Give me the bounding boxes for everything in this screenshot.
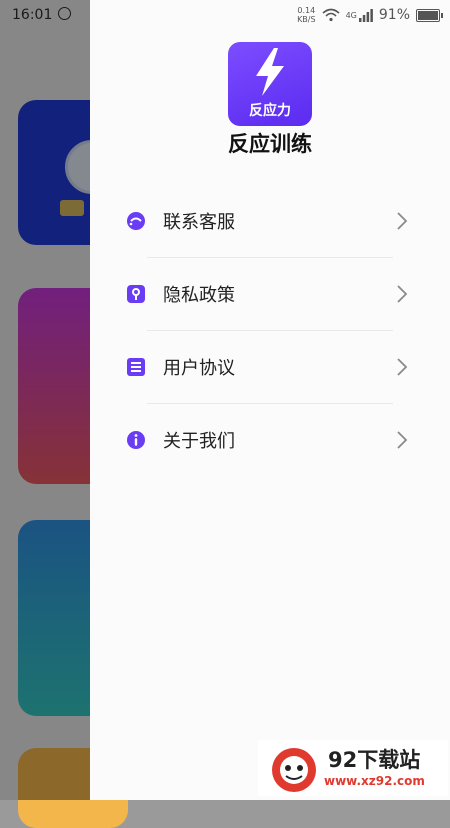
watermark-url: www.xz92.com <box>324 774 425 788</box>
network-speed-value: 0.14 <box>297 6 316 15</box>
menu-item-privacy-policy[interactable]: 隐私政策 <box>90 258 450 331</box>
battery-icon <box>416 8 443 22</box>
menu-item-user-agreement[interactable]: 用户协议 <box>90 331 450 404</box>
lock-icon <box>127 285 145 303</box>
app-title: 反应训练 <box>228 132 312 156</box>
wifi-icon <box>322 8 340 22</box>
battery-fill <box>418 10 439 20</box>
chevron-right-icon <box>397 285 408 303</box>
menu-item-about-us[interactable]: 关于我们 <box>90 404 450 477</box>
signal-icon <box>358 8 373 22</box>
watermark-title: 92下载站 <box>328 748 421 772</box>
watermark: 92下载站 www.xz92.com <box>258 740 448 796</box>
drawer-menu: 联系客服 隐私政策 用户协议 关于我们 <box>90 185 450 477</box>
status-bar: 0.14 KB/S 4G 91% <box>297 6 443 24</box>
info-icon <box>127 431 145 449</box>
document-icon <box>127 358 145 376</box>
status-time-text: 16:01 <box>12 7 53 23</box>
chevron-right-icon <box>397 431 408 449</box>
menu-item-label: 用户协议 <box>163 358 235 379</box>
network-speed-unit: KB/S <box>297 15 316 24</box>
menu-item-label: 隐私政策 <box>163 285 235 306</box>
watermark-logo-icon <box>272 748 316 792</box>
menu-item-contact-support[interactable]: 联系客服 <box>90 185 450 258</box>
logo-caption: 反应力 <box>249 103 291 119</box>
status-time: 16:01 <box>12 7 72 23</box>
chevron-right-icon <box>397 212 408 230</box>
menu-item-label: 关于我们 <box>163 431 235 452</box>
app-logo: 反应力 <box>228 42 312 126</box>
chat-icon <box>127 212 145 230</box>
chevron-right-icon <box>397 358 408 376</box>
signal-label: 4G <box>345 10 357 20</box>
battery-percent: 91% <box>378 7 410 23</box>
lightning-icon <box>256 48 284 96</box>
network-speed: 0.14 KB/S <box>297 6 316 24</box>
side-drawer: 0.14 KB/S 4G 91% 反应力 反应训练 联系客服 隐私政策 用户协议… <box>90 0 450 800</box>
alarm-icon <box>58 7 72 20</box>
menu-item-label: 联系客服 <box>163 212 235 233</box>
